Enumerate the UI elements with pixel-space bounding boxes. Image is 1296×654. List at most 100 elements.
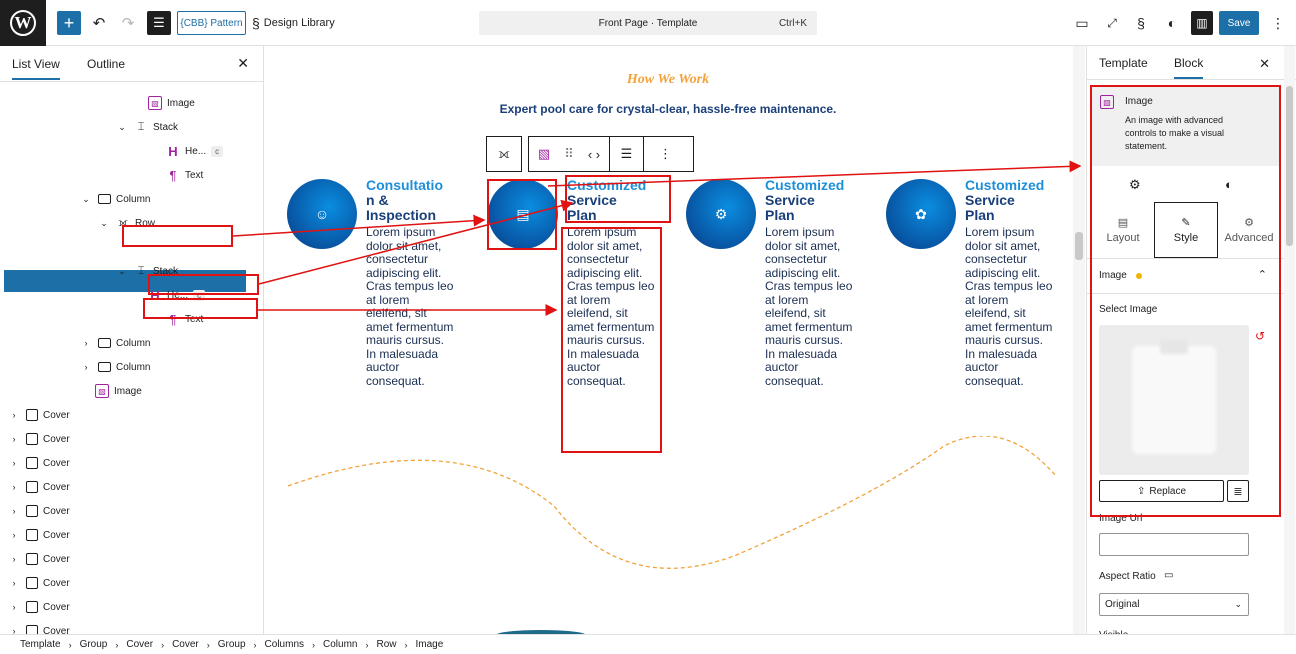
tree-item-cover[interactable]: › Cover	[8, 452, 70, 474]
tree-item-cover[interactable]: › Cover	[8, 476, 70, 498]
tree-item-heading[interactable]: H He... c	[166, 140, 224, 162]
tab-list-view[interactable]: List View	[12, 57, 60, 80]
tree-item-image[interactable]: ▧ Image	[148, 92, 195, 114]
chevron-right-icon[interactable]: ›	[80, 362, 92, 372]
chevron-right-icon[interactable]: ›	[8, 602, 20, 612]
heading-icon: H	[168, 143, 178, 159]
tree-item-text[interactable]: ¶ Text	[166, 164, 204, 186]
document-title-bar[interactable]: Front Page · Template Ctrl+K	[479, 11, 817, 35]
card-text[interactable]: Lorem ipsum dolor sit amet, consectetur …	[366, 225, 454, 388]
breadcrumb-item[interactable]: Group	[80, 639, 108, 650]
options-menu-icon[interactable]: ⋮	[1268, 11, 1288, 35]
design-library-icon-right[interactable]: §	[1131, 11, 1151, 35]
canvas-scrollbar[interactable]	[1073, 46, 1085, 634]
stack-icon: ⌶	[137, 264, 145, 277]
tree-item-cover[interactable]: › Cover	[8, 572, 70, 594]
tree-item-image[interactable]: ▧ Image	[95, 380, 142, 402]
breadcrumb-item[interactable]: Image	[416, 639, 444, 650]
tree-item-cover[interactable]: › Cover	[8, 404, 70, 426]
options-icon[interactable]: ⋮	[236, 242, 246, 253]
annotation-box-settings	[1090, 85, 1281, 517]
card-text[interactable]: Lorem ipsum dolor sit amet, consectetur …	[965, 225, 1053, 388]
breadcrumb-item[interactable]: Template	[20, 639, 61, 650]
add-block-button[interactable]: +	[57, 11, 81, 35]
desktop-preview-icon[interactable]: ▭	[1072, 11, 1092, 35]
drag-handle-icon[interactable]: ⠿	[559, 137, 579, 171]
card-title[interactable]: Customized Service Plan	[965, 178, 1053, 223]
tree-item-cover[interactable]: › Cover	[8, 524, 70, 546]
breadcrumb-item[interactable]: Column	[323, 639, 357, 650]
tree-item-label: Cover	[43, 433, 70, 445]
design-library-button[interactable]: § Design Library	[252, 11, 348, 35]
list-view-toggle-icon[interactable]: ☰	[147, 11, 171, 35]
card-icon-image[interactable]: ⚙	[686, 179, 756, 249]
chevron-down-icon[interactable]: ⌄	[116, 266, 128, 277]
breadcrumb-item[interactable]: Cover	[126, 639, 153, 650]
wordpress-logo[interactable]: W	[0, 0, 46, 46]
move-arrows-icon[interactable]: ‹ ›	[579, 137, 609, 171]
styles-icon[interactable]: ◐	[1162, 11, 1182, 35]
align-icon[interactable]: ☰	[609, 137, 643, 171]
save-button[interactable]: Save	[1219, 11, 1259, 35]
annotation-box-canvas-heading	[565, 175, 671, 223]
settings-panel-icon[interactable]: ▥	[1191, 11, 1213, 35]
chevron-down-icon[interactable]: ⌄	[116, 122, 128, 133]
tree-item-cover[interactable]: › Cover	[8, 500, 70, 522]
undo-icon[interactable]: ↶	[89, 11, 109, 35]
settings-tabs: Template Block ✕	[1087, 46, 1296, 80]
chevron-right-icon[interactable]: ›	[8, 530, 20, 540]
tree-item-cover[interactable]: › Cover	[8, 548, 70, 570]
block-toolbar: ▧ ⠿ ‹ › ☰ ⋮	[528, 136, 694, 172]
external-view-icon[interactable]: ⤢	[1102, 11, 1122, 35]
image-icon[interactable]: ▧	[529, 137, 559, 171]
close-icon[interactable]: ✕	[1259, 56, 1270, 72]
row-icon[interactable]: ⟗	[487, 137, 521, 171]
chevron-right-icon[interactable]: ›	[8, 410, 20, 420]
tree-item-stack[interactable]: ⌄ ⌶ Stack	[116, 116, 178, 138]
chevron-right-icon[interactable]: ›	[8, 578, 20, 588]
close-icon[interactable]: ✕	[237, 55, 249, 72]
chevron-right-icon[interactable]: ›	[8, 482, 20, 492]
chevron-down-icon: ⌄	[1234, 599, 1242, 609]
chevron-right-icon[interactable]: ›	[80, 338, 92, 348]
chevron-right-icon[interactable]: ›	[8, 434, 20, 444]
aspect-ratio-select[interactable]: Original ⌄	[1099, 593, 1249, 616]
chevron-down-icon[interactable]: ⌄	[98, 218, 110, 229]
tree-item-column[interactable]: › Column	[80, 356, 151, 378]
tree-item-label: Cover	[43, 577, 70, 589]
canvas-scroll-thumb[interactable]	[1075, 232, 1083, 260]
redo-icon[interactable]: ↷	[118, 11, 138, 35]
pattern-button[interactable]: {CBB} Pattern	[177, 11, 246, 35]
annotation-box-heading-row	[148, 274, 259, 295]
parent-block-toolbar[interactable]: ⟗	[486, 136, 522, 172]
tree-item-cover[interactable]: › Cover	[8, 596, 70, 618]
tree-item-column[interactable]: › Column	[80, 332, 151, 354]
tab-outline[interactable]: Outline	[87, 57, 125, 71]
section-subtitle: Expert pool care for crystal-clear, hass…	[499, 102, 837, 116]
panel-scroll-thumb[interactable]	[1286, 86, 1293, 246]
card-title-line: Consultatio	[366, 177, 443, 193]
tree-item-column[interactable]: ⌄ Column	[80, 188, 150, 210]
card-icon-image[interactable]: ✿	[886, 179, 956, 249]
tab-template[interactable]: Template	[1099, 56, 1148, 70]
chevron-right-icon[interactable]: ›	[8, 458, 20, 468]
tab-block[interactable]: Block	[1174, 56, 1204, 79]
breadcrumb-item[interactable]: Columns	[265, 639, 304, 650]
card-icon-image[interactable]: ☺	[287, 179, 357, 249]
tree-item-label: Cover	[43, 409, 70, 421]
tree-item-cover[interactable]: › Cover	[8, 428, 70, 450]
breadcrumb-item[interactable]: Cover	[172, 639, 199, 650]
design-library-icon: §	[252, 15, 260, 31]
card-text[interactable]: Lorem ipsum dolor sit amet, consectetur …	[765, 225, 853, 388]
breadcrumb-item[interactable]: Row	[376, 639, 396, 650]
breadcrumb-item[interactable]: Group	[218, 639, 246, 650]
chevron-down-icon[interactable]: ⌄	[80, 194, 92, 205]
tree-item-label: Column	[116, 337, 151, 349]
image-url-input[interactable]	[1099, 533, 1249, 556]
chevron-right-icon[interactable]: ›	[8, 506, 20, 516]
cover-icon	[26, 409, 38, 421]
card-title[interactable]: Customized Service Plan	[765, 178, 853, 223]
chevron-right-icon[interactable]: ›	[8, 554, 20, 564]
more-options-icon[interactable]: ⋮	[643, 137, 687, 171]
card-title[interactable]: Consultatio n & Inspection	[366, 178, 454, 223]
